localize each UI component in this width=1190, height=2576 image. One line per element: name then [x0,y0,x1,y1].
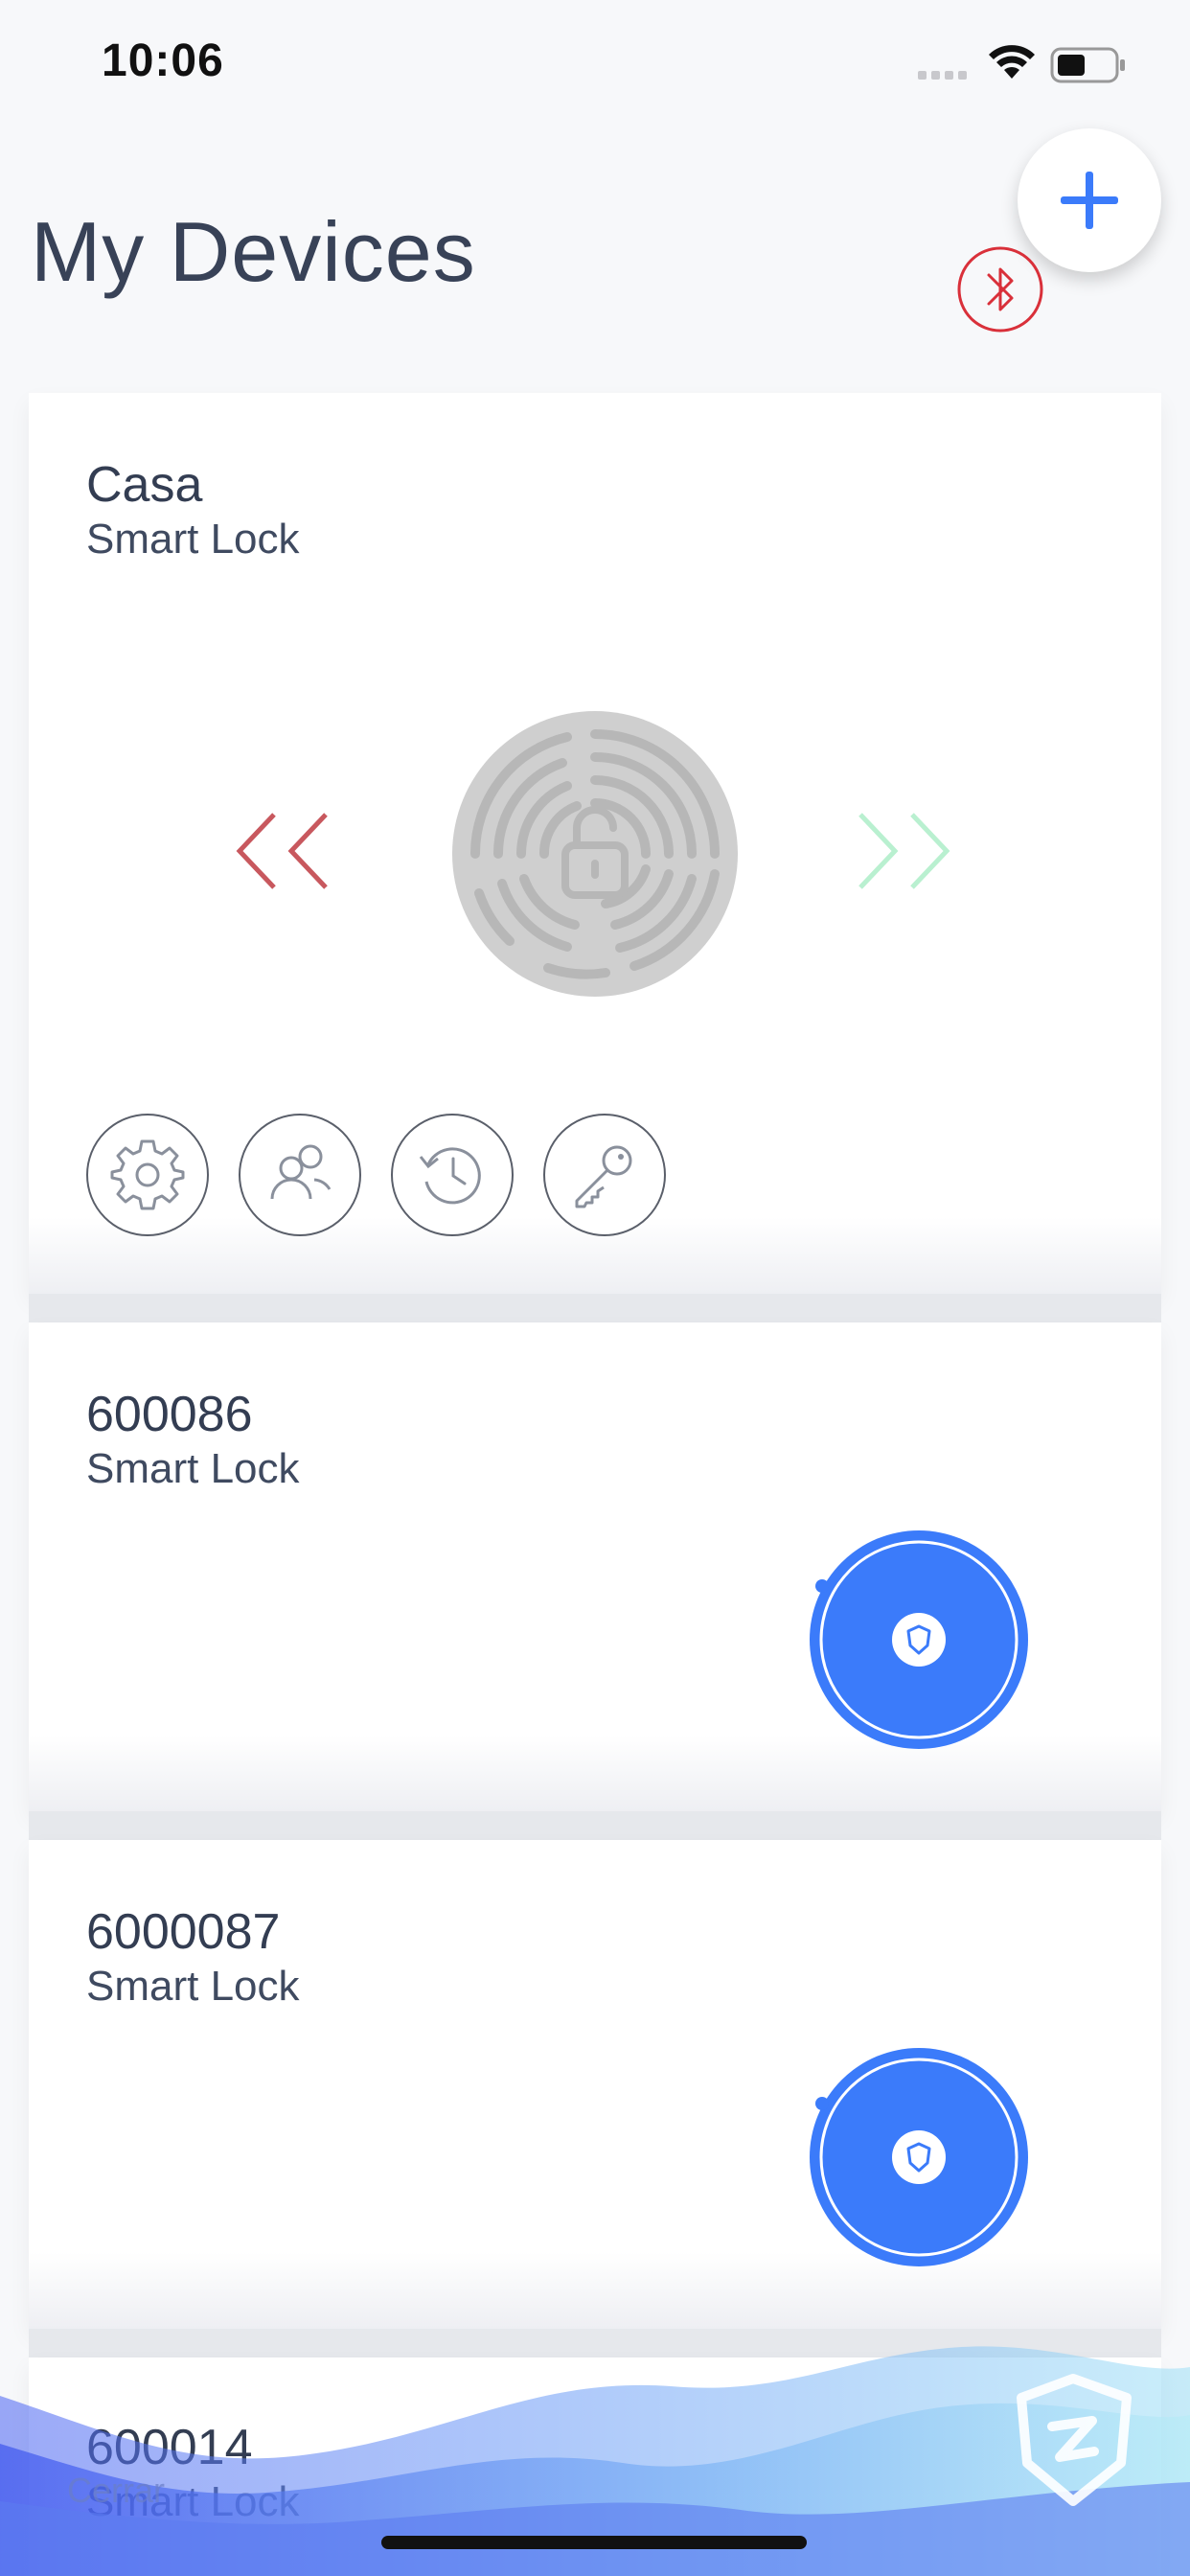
battery-icon [1050,47,1125,83]
fingerprint-lock-button[interactable] [452,711,738,997]
device-name: 6000087 [86,1904,281,1960]
lock-chevrons-icon[interactable] [236,813,332,889]
plus-icon [1061,172,1118,229]
cellular-signal-icon [918,71,967,80]
lock-control-button[interactable] [809,2047,1029,2267]
card-separator [29,1294,1161,1322]
settings-button[interactable] [86,1114,209,1236]
device-name: Casa [86,457,203,513]
device-name: 600086 [86,1387,253,1442]
fingerprint-padlock-icon [469,729,720,979]
card-separator [29,1811,1161,1840]
status-bar: 10:06 [0,0,1190,126]
key-icon [575,1145,632,1208]
page-title: My Devices [31,204,476,299]
gear-icon [110,1139,185,1210]
keys-button[interactable] [543,1114,666,1236]
users-icon [270,1144,332,1200]
history-button[interactable] [391,1114,514,1236]
close-label[interactable]: Cerrar [67,2471,165,2511]
history-icon [419,1147,481,1205]
users-button[interactable] [239,1114,361,1236]
device-type: Smart Lock [86,516,300,563]
home-indicator[interactable] [381,2536,807,2549]
wifi-icon [989,45,1035,79]
unlock-chevrons-icon[interactable] [857,813,952,889]
device-type: Smart Lock [86,1963,300,2010]
lock-control-button[interactable] [809,1530,1029,1750]
device-type: Smart Lock [86,1445,300,1492]
status-time: 10:06 [102,35,224,86]
bluetooth-icon[interactable] [956,245,1044,334]
